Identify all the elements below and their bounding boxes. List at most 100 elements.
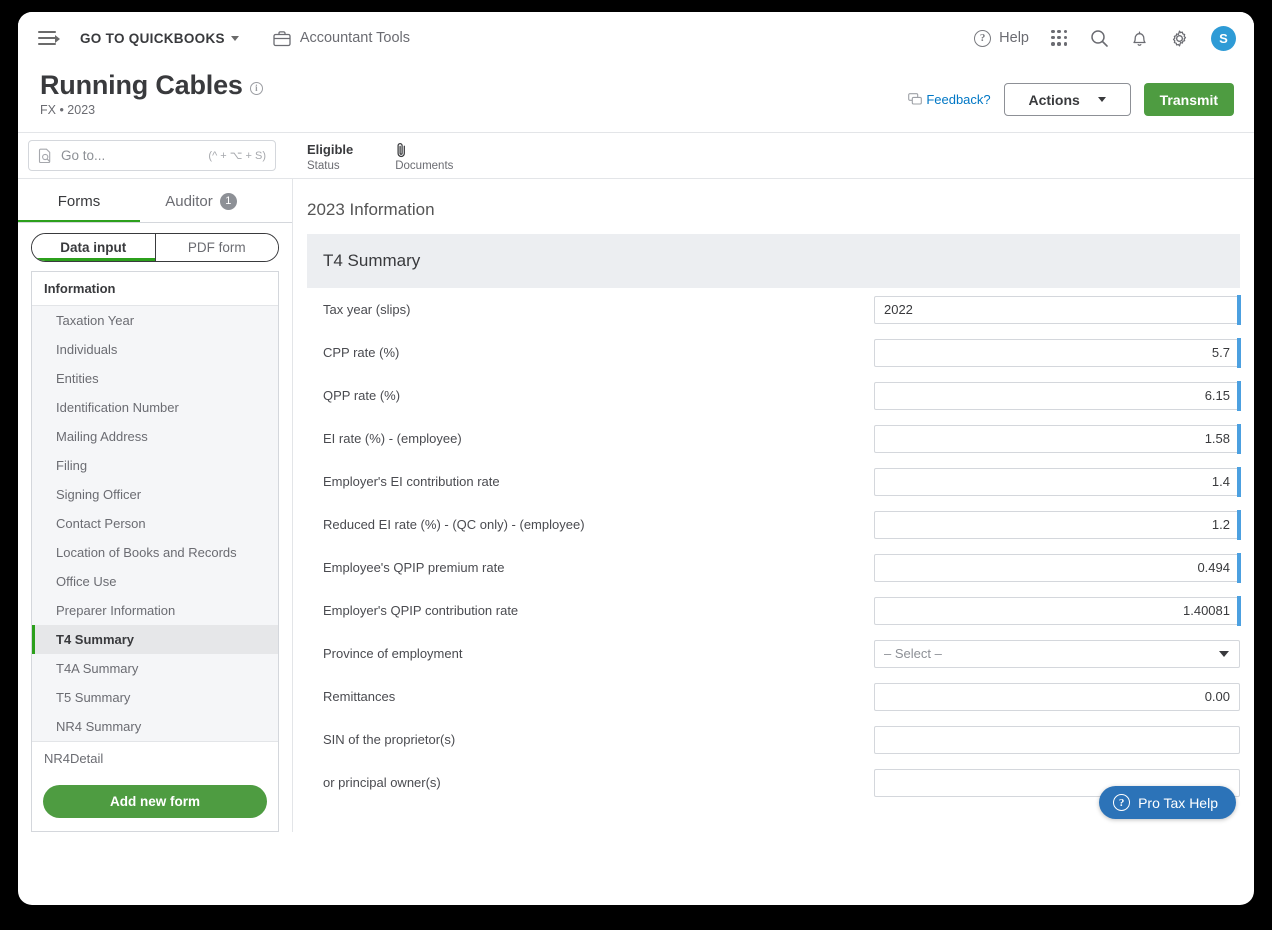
- form-row: Employer's QPIP contribution rate: [307, 589, 1242, 632]
- info-icon[interactable]: i: [249, 82, 263, 95]
- form-field-label: CPP rate (%): [323, 345, 400, 360]
- view-mode-switch: Data input PDF form: [31, 233, 279, 262]
- form-field-label: Employer's EI contribution rate: [323, 474, 500, 489]
- tab-auditor-label: Auditor: [165, 192, 213, 210]
- apps-grid-icon[interactable]: [1051, 29, 1068, 47]
- search-icon[interactable]: [1090, 29, 1109, 48]
- help-label: Help: [999, 30, 1029, 46]
- form-field-label: Tax year (slips): [323, 302, 411, 317]
- form-field-input[interactable]: [873, 381, 1240, 410]
- form-field-label: Province of employment: [323, 646, 463, 661]
- briefcase-icon: [273, 30, 291, 46]
- paperclip-icon: [395, 142, 453, 158]
- sub-header: Go to... (^ + ⌥ + S) Eligible Status Doc…: [18, 132, 1254, 179]
- sidebar-item[interactable]: Preparer Information: [32, 596, 278, 625]
- forms-nav-scroll[interactable]: Information Taxation Year Individuals Enti…: [32, 272, 278, 772]
- sidebar-item[interactable]: T4A Summary: [32, 654, 278, 683]
- status-value: Eligible: [307, 141, 354, 157]
- hamburger-collapse-icon[interactable]: [38, 30, 60, 46]
- sidebar-item[interactable]: NR4 Summary: [32, 712, 278, 741]
- form-field-label: QPP rate (%): [323, 388, 401, 403]
- form-row: Reduced EI rate (%) - (QC only) - (emplo…: [307, 503, 1242, 546]
- sidebar-item-label: T4A Summary: [56, 661, 139, 676]
- help-button[interactable]: ? Help: [974, 29, 1029, 47]
- actions-label: Actions: [1028, 91, 1080, 108]
- sidebar-item[interactable]: Taxation Year: [32, 306, 278, 335]
- status-badge: Eligible Status: [307, 142, 353, 172]
- avatar[interactable]: S: [1211, 25, 1236, 51]
- tab-auditor-badge: 1: [219, 192, 237, 210]
- actions-button[interactable]: Actions: [1003, 83, 1131, 116]
- sidebar-item[interactable]: Location of Books and Records: [32, 538, 278, 567]
- main-body: Forms Auditor 1 Data input PDF form Info…: [18, 179, 1254, 832]
- segment-pdf-form[interactable]: PDF form: [154, 234, 278, 261]
- accountant-tools-menu[interactable]: Accountant Tools: [273, 30, 410, 47]
- form-row: Province of employment – Select –: [307, 632, 1240, 675]
- form-field-input[interactable]: [873, 295, 1240, 324]
- form-field-input[interactable]: [873, 596, 1240, 625]
- form-field-wrapper: [873, 725, 1240, 754]
- nav-item-list: Taxation Year Individuals Entities Identifi…: [32, 306, 278, 741]
- page-actions: Feedback? Actions Transmit: [908, 83, 1234, 116]
- form-field-input[interactable]: [873, 467, 1240, 496]
- sidebar-item-label: Taxation Year: [56, 313, 135, 328]
- nav-group-header: Information: [32, 272, 278, 306]
- pro-tax-help-button[interactable]: ? Pro Tax Help: [1099, 786, 1236, 819]
- sidebar-item[interactable]: T5 Summary: [32, 683, 278, 712]
- document-search-icon: [38, 148, 51, 163]
- go-to-quickbooks-menu[interactable]: GO TO QUICKBOOKS: [80, 31, 239, 46]
- form-field-label: SIN of the proprietor(s): [323, 732, 456, 747]
- sidebar-item-label: T5 Summary: [56, 690, 131, 705]
- form-field-wrapper: [873, 682, 1240, 711]
- sidebar-item[interactable]: Entities: [32, 364, 278, 393]
- segment-data-input[interactable]: Data input: [32, 234, 155, 261]
- form-field-label: Reduced EI rate (%) - (QC only) - (emplo…: [323, 517, 585, 532]
- chevron-down-icon: [1097, 97, 1106, 102]
- sidebar-item[interactable]: T4 Summary: [32, 625, 278, 654]
- page-title-text: Running Cables: [40, 70, 243, 100]
- form-field-input[interactable]: [873, 338, 1240, 367]
- status-label: Status: [307, 159, 340, 172]
- form-card: T4 Summary Tax year (slips) CPP rate (%) Q…: [307, 234, 1242, 804]
- form-row: SIN of the proprietor(s): [307, 718, 1240, 761]
- sidebar-item-label: Individuals: [56, 342, 118, 357]
- form-field-input[interactable]: [873, 424, 1240, 453]
- sidebar-item-label: Location of Books and Records: [56, 545, 237, 560]
- sidebar-item-label: Entities: [56, 371, 99, 386]
- form-field-input[interactable]: [873, 682, 1240, 711]
- notification-bell-icon[interactable]: [1131, 29, 1148, 48]
- page-title-bar: Running Cables i FX • 2023 Feedback? Act…: [18, 64, 1254, 132]
- sidebar-item-label: Signing Officer: [56, 487, 142, 502]
- tab-auditor[interactable]: Auditor 1: [140, 179, 262, 223]
- page-title-block: Running Cables i FX • 2023: [40, 70, 263, 117]
- chevron-down-icon: [230, 35, 239, 41]
- sidebar-item[interactable]: Filing: [32, 451, 278, 480]
- sidebar-item-label: Office Use: [56, 574, 117, 589]
- go-to-search-input[interactable]: Go to... (^ + ⌥ + S): [28, 140, 276, 171]
- form-field-label: EI rate (%) - (employee): [323, 431, 462, 446]
- question-circle-icon: ?: [974, 29, 992, 47]
- form-field-input[interactable]: [873, 553, 1240, 582]
- documents-label: Documents: [395, 159, 454, 172]
- sidebar-item[interactable]: Signing Officer: [32, 480, 278, 509]
- sidebar-item[interactable]: Identification Number: [32, 393, 278, 422]
- nav-section-nr4detail[interactable]: NR4Detail: [32, 741, 278, 772]
- sidebar-item[interactable]: Office Use: [32, 567, 278, 596]
- add-new-form-button[interactable]: Add new form: [43, 785, 267, 818]
- form-field-input[interactable]: [873, 510, 1240, 539]
- documents-item[interactable]: Documents: [395, 142, 453, 172]
- sidebar-item[interactable]: Mailing Address: [32, 422, 278, 451]
- top-bar-actions: ? Help S: [974, 25, 1236, 51]
- transmit-button[interactable]: Transmit: [1143, 83, 1234, 116]
- tab-forms[interactable]: Forms: [18, 179, 140, 223]
- gear-icon[interactable]: [1170, 29, 1189, 48]
- feedback-link[interactable]: Feedback?: [908, 92, 991, 107]
- form-row: Employee's QPIP premium rate: [307, 546, 1242, 589]
- form-page-title: 2023 Information: [307, 200, 435, 219]
- province-of-employment-select[interactable]: – Select –: [873, 639, 1240, 668]
- sidebar-item[interactable]: Contact Person: [32, 509, 278, 538]
- sidebar-item[interactable]: Individuals: [32, 335, 278, 364]
- form-field-input[interactable]: [873, 725, 1240, 754]
- form-field-wrapper: [873, 595, 1242, 626]
- form-field-wrapper: – Select –: [873, 639, 1240, 668]
